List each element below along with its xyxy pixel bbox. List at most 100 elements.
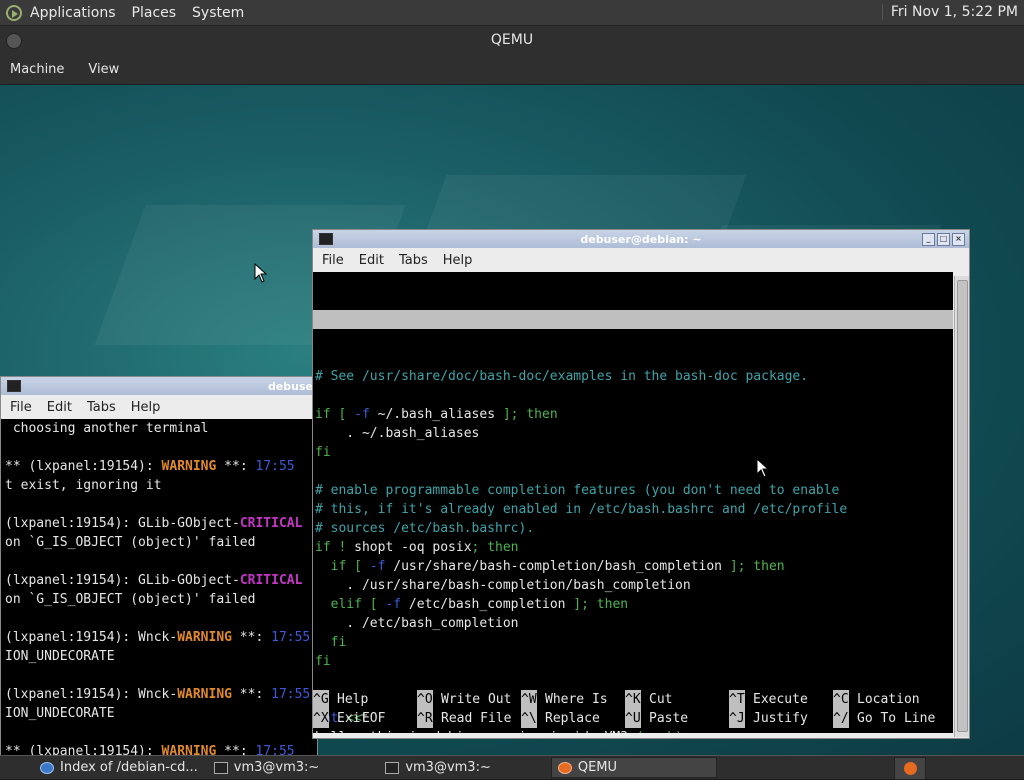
- menu-help[interactable]: Help: [443, 253, 473, 268]
- task-terminal-2[interactable]: vm3@vm3:~: [379, 757, 497, 778]
- back-terminal-title: debuse: [267, 379, 313, 393]
- terminal-text: (lxpanel:19154): Wnck-: [5, 630, 178, 645]
- task-label: Index of /debian-cd...: [60, 760, 198, 775]
- terminal-icon: [385, 761, 400, 774]
- terminal-text: CRITICAL: [239, 516, 303, 531]
- shortcut-key: ^G: [313, 690, 329, 709]
- terminal-line: if [ -f /usr/share/bash-completion/bash_…: [315, 557, 953, 576]
- front-terminal-titlebar[interactable]: debuser@debian: ~ _ □ ×: [313, 230, 969, 248]
- terminal-line: if [ -f ~/.bash_aliases ]; then: [315, 405, 953, 424]
- places-menu[interactable]: Places: [132, 5, 177, 21]
- terminal-text: 17:55: [255, 744, 295, 755]
- terminal-text: t exist, ignoring it: [5, 478, 162, 493]
- nano-shortcut-bar: ^G Help ^O Write Out ^W Where Is ^K Cut ^T Execut…: [313, 690, 953, 728]
- machine-menu[interactable]: Machine: [10, 62, 64, 77]
- task-label: QEMU: [577, 760, 618, 775]
- shortcut-label: Location: [857, 692, 920, 707]
- shortcut-label: Execute: [753, 692, 808, 707]
- top-panel: Applications Places System Fri Nov 1, 5:…: [0, 0, 1024, 26]
- back-terminal-window[interactable]: debuse File Edit Tabs Help choosing anot…: [0, 376, 318, 758]
- shortcut-key: ^X: [313, 709, 329, 728]
- shortcut-key: ^U: [625, 709, 641, 728]
- menu-edit[interactable]: Edit: [359, 253, 384, 268]
- terminal-text: **:: [216, 744, 256, 755]
- task-label: vm3@vm3:~: [405, 760, 491, 775]
- applications-menu[interactable]: Applications: [30, 5, 116, 21]
- terminal-text: # this, if it's already enabled in /etc/…: [315, 502, 848, 517]
- maximize-icon[interactable]: □: [937, 233, 950, 246]
- menu-file[interactable]: File: [322, 253, 344, 268]
- minimize-icon[interactable]: _: [922, 233, 935, 246]
- tray-qemu-icon[interactable]: [894, 757, 926, 780]
- terminal-text: fi: [315, 635, 347, 650]
- terminal-line: ** (lxpanel:19154): WARNING **: 17:55: [5, 457, 317, 476]
- back-terminal-titlebar[interactable]: debuse: [1, 377, 317, 395]
- terminal-line: # this, if it's already enabled in /etc/…: [315, 500, 953, 519]
- qemu-icon: [557, 761, 572, 774]
- task-browser[interactable]: Index of /debian-cd...: [34, 757, 204, 778]
- terminal-text: ]; then: [495, 407, 558, 422]
- front-terminal-window[interactable]: debuser@debian: ~ _ □ × File Edit Tabs H…: [312, 229, 970, 739]
- shortcut-key: ^W: [521, 690, 537, 709]
- shortcut-label: Read File: [441, 711, 512, 726]
- mouse-pointer-icon: [254, 263, 268, 283]
- task-terminal-1[interactable]: vm3@vm3:~: [208, 757, 326, 778]
- terminal-text: WARNING: [177, 630, 232, 645]
- terminal-line: . ~/.bash_aliases: [315, 424, 953, 443]
- window-close-icon[interactable]: [6, 33, 22, 49]
- nano-text-area[interactable]: # See /usr/share/doc/bash-doc/examples i…: [313, 367, 953, 733]
- shortcut-label: Exit: [337, 711, 369, 726]
- system-menu[interactable]: System: [192, 5, 244, 21]
- terminal-text: ]; then: [722, 559, 785, 574]
- vertical-scrollbar[interactable]: [954, 276, 969, 737]
- front-terminal-title: debuser@debian: ~: [580, 232, 702, 246]
- view-menu[interactable]: View: [88, 62, 119, 77]
- terminal-line: t exist, ignoring it: [5, 476, 317, 495]
- menu-edit[interactable]: Edit: [47, 400, 72, 415]
- terminal-icon: [7, 380, 21, 392]
- task-qemu[interactable]: QEMU: [550, 757, 717, 778]
- qemu-menubar: Machine View: [0, 54, 1024, 85]
- menu-tabs[interactable]: Tabs: [87, 400, 116, 415]
- terminal-text: **:: [216, 459, 256, 474]
- terminal-text: choosing another terminal: [5, 421, 209, 436]
- terminal-line: ION_UNDECORATE: [5, 704, 317, 723]
- applications-icon[interactable]: [6, 4, 22, 21]
- menu-file[interactable]: File: [10, 400, 32, 415]
- nano-editor[interactable]: GNU nano 7.2 .bashrc * # See /usr/share/…: [313, 272, 953, 733]
- terminal-line: . /etc/bash_completion: [315, 614, 953, 633]
- terminal-text: ~/.bash_aliases: [369, 407, 496, 422]
- menu-tabs[interactable]: Tabs: [399, 253, 428, 268]
- terminal-text: ION_UNDECORATE: [5, 706, 115, 721]
- back-terminal-output[interactable]: choosing another terminal ** (lxpanel:191…: [1, 419, 317, 755]
- terminal-text: WARNING: [161, 459, 217, 474]
- terminal-line: (lxpanel:19154): Wnck-WARNING **: 17:55: [5, 628, 317, 647]
- terminal-line: hello, this is debian running inside VM3…: [315, 728, 953, 733]
- terminal-text: # See /usr/share/doc/bash-doc/examples i…: [315, 369, 809, 384]
- shortcut-key: ^R: [417, 709, 433, 728]
- terminal-text: (lxpanel:19154): Wnck-: [5, 687, 178, 702]
- terminal-text: fi: [315, 445, 331, 460]
- terminal-text: /usr/share/bash-completion/bash_completi…: [385, 559, 722, 574]
- clock[interactable]: Fri Nov 1, 5:22 PM: [881, 4, 1018, 20]
- terminal-line: # See /usr/share/doc/bash-doc/examples i…: [315, 367, 953, 386]
- terminal-line: fi: [315, 443, 953, 462]
- menu-help[interactable]: Help: [131, 400, 161, 415]
- close-icon[interactable]: ×: [952, 233, 965, 246]
- terminal-text: (lxpanel:19154): GLib-GObject-: [5, 516, 240, 531]
- scrollbar-thumb[interactable]: [957, 280, 968, 732]
- shortcut-row: ^G Help ^O Write Out ^W Where Is ^K Cut ^T Execut…: [313, 690, 953, 709]
- qemu-titlebar: QEMU: [0, 26, 1024, 54]
- terminal-text: if [: [315, 407, 355, 422]
- terminal-icon: [213, 761, 228, 774]
- terminal-text: # enable programmable completion feature…: [315, 483, 840, 498]
- nano-header: GNU nano 7.2 .bashrc *: [313, 310, 953, 365]
- shortcut-label: Paste: [649, 711, 689, 726]
- shortcut-label: Go To Line: [857, 711, 936, 726]
- terminal-text: fi: [315, 654, 331, 669]
